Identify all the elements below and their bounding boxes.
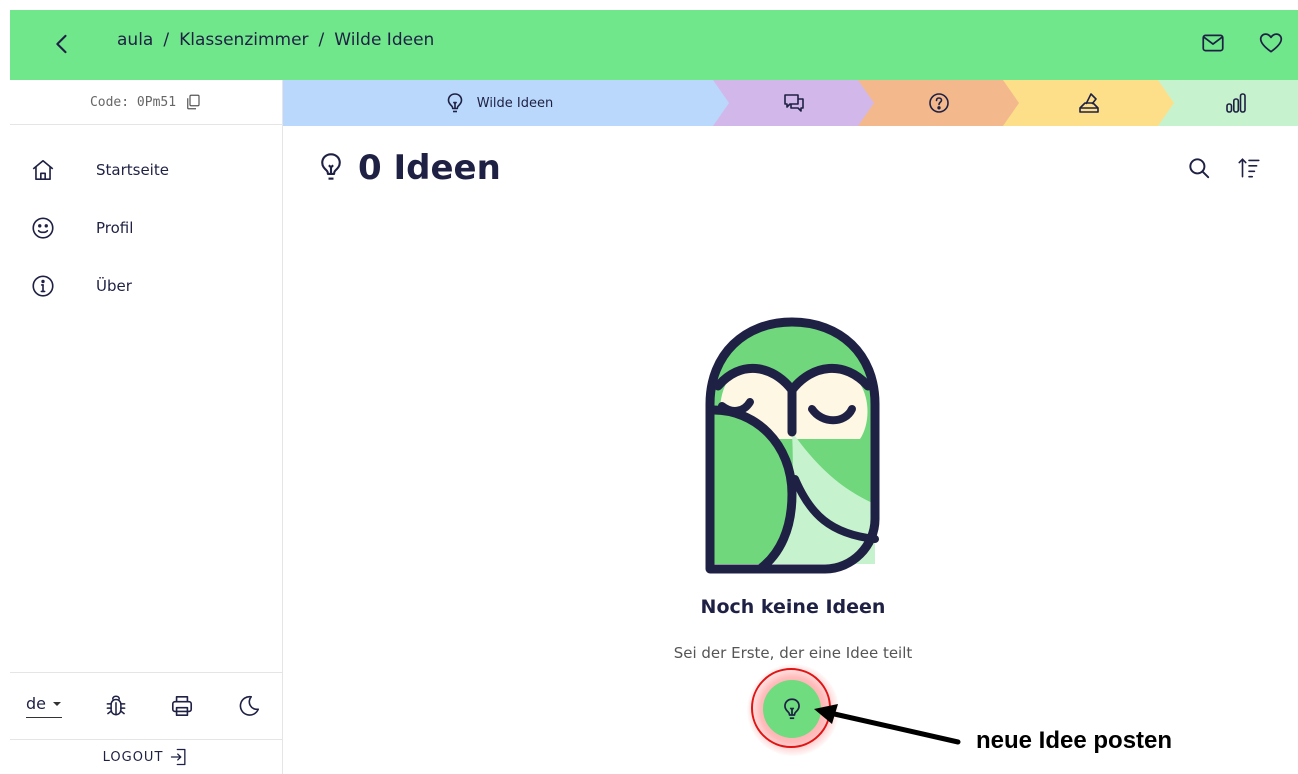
breadcrumb-item-current: Wilde Ideen bbox=[334, 30, 435, 50]
search-icon[interactable] bbox=[1186, 155, 1212, 181]
sidebar-item-label: Startseite bbox=[96, 161, 169, 179]
sort-icon[interactable] bbox=[1236, 155, 1262, 181]
breadcrumb-item-aula[interactable]: aula bbox=[117, 30, 153, 50]
empty-state-subtitle: Sei der Erste, der eine Idee teilt bbox=[673, 644, 913, 662]
phase-tab-results[interactable] bbox=[1174, 80, 1298, 126]
breadcrumb: aula / Klassenzimmer / Wilde Ideen bbox=[117, 30, 434, 50]
language-select[interactable]: de bbox=[26, 694, 62, 718]
smiley-icon bbox=[32, 217, 54, 239]
breadcrumb-separator: / bbox=[318, 30, 325, 50]
language-value: de bbox=[26, 694, 46, 713]
mail-icon[interactable] bbox=[1200, 30, 1226, 56]
lightbulb-icon bbox=[784, 698, 800, 720]
phase-tab-discussion[interactable] bbox=[729, 80, 858, 126]
sidebar-item-label: Profil bbox=[96, 219, 134, 237]
empty-state-title: Noch keine Ideen bbox=[700, 596, 886, 618]
phase-bar: Wilde Ideen bbox=[283, 80, 1298, 126]
lightbulb-icon bbox=[447, 93, 463, 113]
sidebar-item-profil[interactable]: Profil bbox=[10, 199, 282, 257]
phase-label: Wilde Ideen bbox=[476, 95, 554, 111]
bug-icon[interactable] bbox=[103, 693, 129, 719]
top-bar: aula / Klassenzimmer / Wilde Ideen bbox=[10, 10, 1298, 80]
logout-label: LOGOUT bbox=[102, 749, 164, 765]
sidebar: Code: 0Pm51 Startseite Profil Über de LO… bbox=[10, 80, 283, 774]
heart-icon[interactable] bbox=[1258, 30, 1284, 56]
phase-tab-approval[interactable] bbox=[874, 80, 1003, 126]
question-circle-icon bbox=[928, 93, 949, 113]
back-icon[interactable] bbox=[48, 30, 76, 58]
breadcrumb-separator: / bbox=[163, 30, 170, 50]
ideas-count-title: 0 Ideen bbox=[358, 148, 501, 188]
logout-button[interactable]: LOGOUT bbox=[10, 739, 282, 774]
page-title: 0 Ideen bbox=[316, 148, 501, 188]
phase-tab-voting[interactable] bbox=[1019, 80, 1158, 126]
copy-icon[interactable] bbox=[184, 93, 202, 111]
ballot-box-icon bbox=[1078, 93, 1099, 113]
sidebar-tools: de bbox=[10, 672, 282, 739]
lightbulb-icon bbox=[321, 153, 341, 180]
sidebar-item-ueber[interactable]: Über bbox=[10, 257, 282, 315]
sidebar-item-startseite[interactable]: Startseite bbox=[10, 141, 282, 199]
chat-bubbles-icon bbox=[783, 94, 804, 112]
owl-illustration bbox=[705, 317, 880, 574]
caret-down-icon bbox=[53, 701, 61, 706]
room-code: Code: 0Pm51 bbox=[10, 80, 282, 125]
room-code-label: Code: 0Pm51 bbox=[89, 94, 177, 110]
info-icon bbox=[32, 275, 54, 297]
logout-icon bbox=[171, 748, 186, 766]
sidebar-nav: Startseite Profil Über bbox=[10, 141, 282, 315]
breadcrumb-item-room[interactable]: Klassenzimmer bbox=[179, 30, 308, 50]
annotation-arrow bbox=[814, 704, 961, 745]
sidebar-item-label: Über bbox=[96, 277, 132, 295]
printer-icon[interactable] bbox=[169, 693, 195, 719]
home-icon bbox=[32, 159, 54, 181]
annotation-label: neue Idee posten bbox=[976, 727, 1173, 754]
bar-chart-icon bbox=[1226, 93, 1246, 113]
phase-tab-wild-ideas[interactable]: Wilde Ideen bbox=[283, 80, 713, 126]
dark-mode-icon[interactable] bbox=[236, 693, 262, 719]
